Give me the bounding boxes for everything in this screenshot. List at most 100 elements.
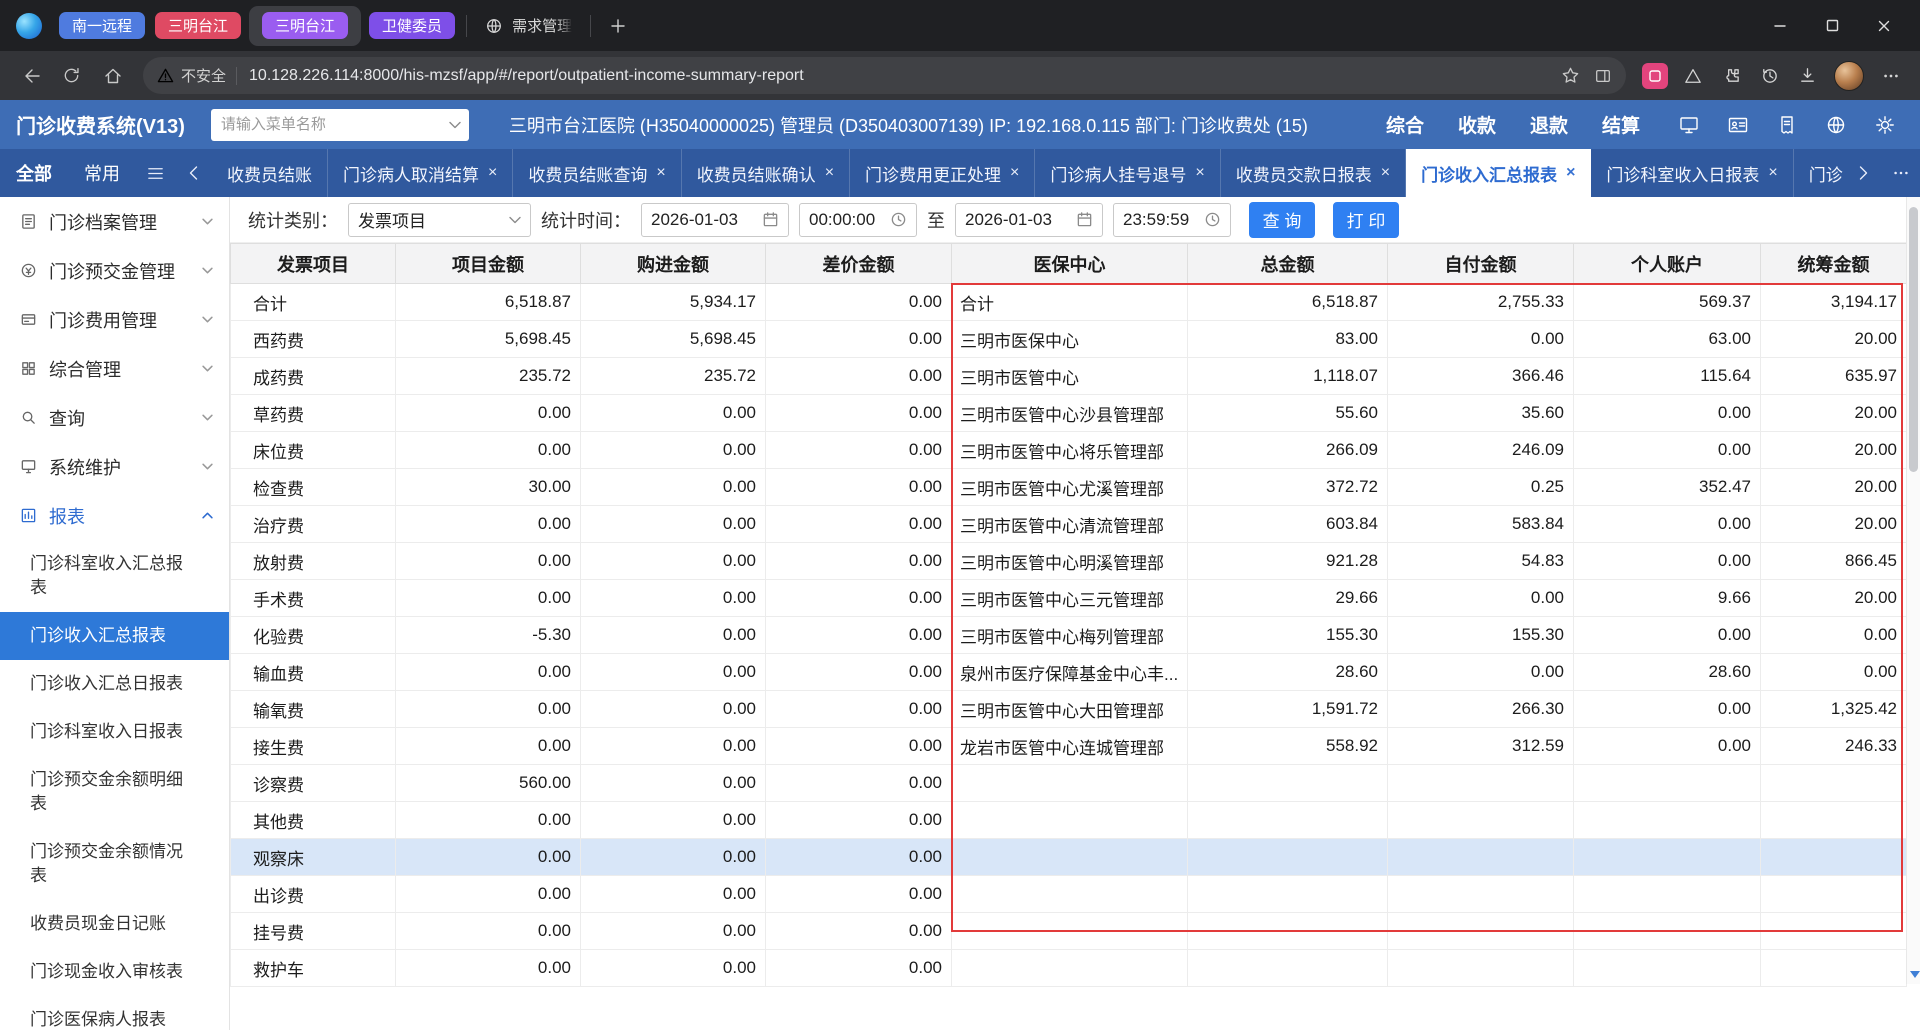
tab-filter-all[interactable]: 全部 [0,149,68,197]
menu-list-icon[interactable] [136,149,174,197]
browser-tab-group[interactable]: 三明台江 [262,12,349,39]
sidebar-item[interactable]: 门诊现金收入审核表 [0,948,229,996]
screen-icon[interactable] [1678,114,1700,136]
date-to-input[interactable]: 2026-01-03 [955,202,1103,237]
sidebar-group[interactable]: 门诊费用管理 [0,295,229,344]
browser-tab-group[interactable]: 卫健委员 [369,12,456,39]
tab-close-icon[interactable]: × [1010,164,1019,182]
quick-link[interactable]: 结算 [1602,111,1640,138]
sidebar-item[interactable]: 门诊预交金余额明细表 [0,756,229,828]
new-tab-button[interactable] [601,9,635,43]
extension-icon-pink[interactable] [1638,59,1672,93]
table-row[interactable]: 治疗费 0.00 0.00 0.00 三明市医管中心清流管理部 603.84 583.84 0… [230,505,1907,543]
app-tab[interactable]: 收费员交款日报表 × [1221,149,1407,197]
tab-filter-common[interactable]: 常用 [68,149,136,197]
menu-search-input[interactable] [220,116,449,133]
tab-close-icon[interactable]: × [825,164,834,182]
app-tab[interactable]: 门诊病人挂号退号 × [1035,149,1221,197]
sidebar-item[interactable]: 门诊收入汇总日报表 [0,660,229,708]
app-tab[interactable]: 门诊收入汇总报表 × [1406,149,1592,197]
home-button[interactable] [94,57,131,94]
time-from-input[interactable]: 00:00:00 [799,202,917,237]
tab-close-icon[interactable]: × [1381,164,1390,182]
download-icon[interactable] [1790,59,1824,93]
table-row[interactable]: 放射费 0.00 0.00 0.00 三明市医管中心明溪管理部 921.28 54.83 0.… [230,542,1907,580]
table-row[interactable]: 输氧费 0.00 0.00 0.00 三明市医管中心大田管理部 1,591.72 266.3… [230,690,1907,728]
table-row[interactable]: 手术费 0.00 0.00 0.00 三明市医管中心三元管理部 29.66 0.00 9.66… [230,579,1907,617]
tab-close-icon[interactable]: × [488,164,497,182]
sidebar-item[interactable]: 门诊预交金余额情况表 [0,828,229,900]
scroll-right-icon[interactable] [1844,149,1882,197]
menu-search[interactable] [210,108,469,141]
print-button[interactable]: 打 印 [1333,201,1399,238]
vertical-scrollbar[interactable] [1906,197,1920,984]
table-row[interactable]: 其他费 0.00 0.00 0.00 [230,801,1907,839]
globe-sync-icon[interactable] [1825,114,1847,136]
table-row[interactable]: 床位费 0.00 0.00 0.00 三明市医管中心将乐管理部 266.09 246.09 0… [230,431,1907,469]
maximize-button[interactable] [1806,0,1858,51]
table-row[interactable]: 救护车 0.00 0.00 0.00 [230,949,1907,987]
sidebar-item[interactable]: 门诊科室收入汇总报表 [0,540,229,612]
minimize-button[interactable] [1754,0,1806,51]
stat-category-select[interactable]: 发票项目 [348,202,531,237]
sidebar-group[interactable]: 报表 [0,491,229,540]
quick-link[interactable]: 收款 [1458,111,1496,138]
app-tab[interactable]: 门诊病人取消结算 × [328,149,514,197]
sidebar-item[interactable]: 门诊收入汇总报表 [0,612,229,660]
clock-icon[interactable] [890,211,907,228]
sidebar-item[interactable]: 门诊科室收入日报表 [0,708,229,756]
extension-icon-triangle[interactable] [1676,59,1710,93]
sidebar-group[interactable]: 门诊档案管理 [0,197,229,246]
browser-tab-group[interactable]: 南一远程 [59,12,146,39]
id-card-icon[interactable] [1727,114,1749,136]
collections-icon[interactable] [1594,67,1612,85]
back-button[interactable] [12,57,49,94]
browser-tab-group[interactable]: 三明台江 [155,12,242,39]
sidebar-group[interactable]: 查询 [0,393,229,442]
tab-close-icon[interactable]: × [1566,164,1575,182]
settings-gear-icon[interactable] [1874,114,1896,136]
tabs-more-icon[interactable] [1882,149,1920,197]
app-tab[interactable]: 收费员结账确认 × [682,149,851,197]
address-bar[interactable]: 不安全 10.128.226.114:8000/his-mzsf/app/#/r… [143,57,1626,94]
sidebar-group[interactable]: 门诊预交金管理 [0,246,229,295]
calendar-icon[interactable] [762,211,779,228]
extensions-puzzle-icon[interactable] [1714,59,1748,93]
table-row[interactable]: 出诊费 0.00 0.00 0.00 [230,875,1907,913]
table-row[interactable]: 检查费 30.00 0.00 0.00 三明市医管中心尤溪管理部 372.72 0.25 35… [230,468,1907,506]
more-menu-icon[interactable] [1874,59,1908,93]
refresh-button[interactable] [53,57,90,94]
tab-close-icon[interactable]: × [1195,164,1204,182]
bookmark-star-icon[interactable] [1561,66,1580,85]
app-tab[interactable]: 门诊日收入报表 [1794,149,1844,197]
table-row[interactable]: 接生费 0.00 0.00 0.00 龙岩市医管中心连城管理部 558.92 312.59 0… [230,727,1907,765]
table-row[interactable]: 成药费 235.72 235.72 0.00 三明市医管中心 1,118.07 366.46… [230,357,1907,395]
quick-link[interactable]: 综合 [1386,111,1424,138]
scrollbar-thumb[interactable] [1909,207,1918,472]
app-tab[interactable]: 收费员结账 [212,149,328,197]
calendar-icon[interactable] [1076,211,1093,228]
scrollbar-down-arrow[interactable] [1910,971,1920,978]
sidebar-group[interactable]: 综合管理 [0,344,229,393]
browser-tab[interactable]: 需求管理 [473,15,584,36]
time-to-input[interactable]: 23:59:59 [1113,202,1231,237]
quick-link[interactable]: 退款 [1530,111,1568,138]
browser-active-tab[interactable]: 三明台江 [249,5,362,46]
query-button[interactable]: 查 询 [1249,201,1315,238]
tab-close-icon[interactable]: × [656,164,665,182]
receipt-icon[interactable] [1776,114,1798,136]
chevron-down-icon[interactable] [449,121,461,129]
table-row[interactable]: 草药费 0.00 0.00 0.00 三明市医管中心沙县管理部 55.60 35.60 0.0… [230,394,1907,432]
scroll-left-icon[interactable] [174,149,212,197]
app-tab[interactable]: 门诊科室收入日报表 × [1591,149,1794,197]
profile-avatar[interactable] [1834,60,1864,91]
table-row[interactable]: 西药费 5,698.45 5,698.45 0.00 三明市医保中心 83.00 0.00 6… [230,320,1907,358]
table-row[interactable]: 合计 6,518.87 5,934.17 0.00 合计 6,518.87 2,755.33… [230,283,1907,321]
close-window-button[interactable] [1858,0,1910,51]
tab-close-icon[interactable]: × [1768,164,1777,182]
table-row[interactable]: 观察床 0.00 0.00 0.00 [230,838,1907,876]
table-row[interactable]: 挂号费 0.00 0.00 0.00 [230,912,1907,950]
sidebar-group[interactable]: 系统维护 [0,442,229,491]
sidebar-item[interactable]: 门诊医保病人报表 [0,996,229,1030]
history-icon[interactable] [1752,59,1786,93]
